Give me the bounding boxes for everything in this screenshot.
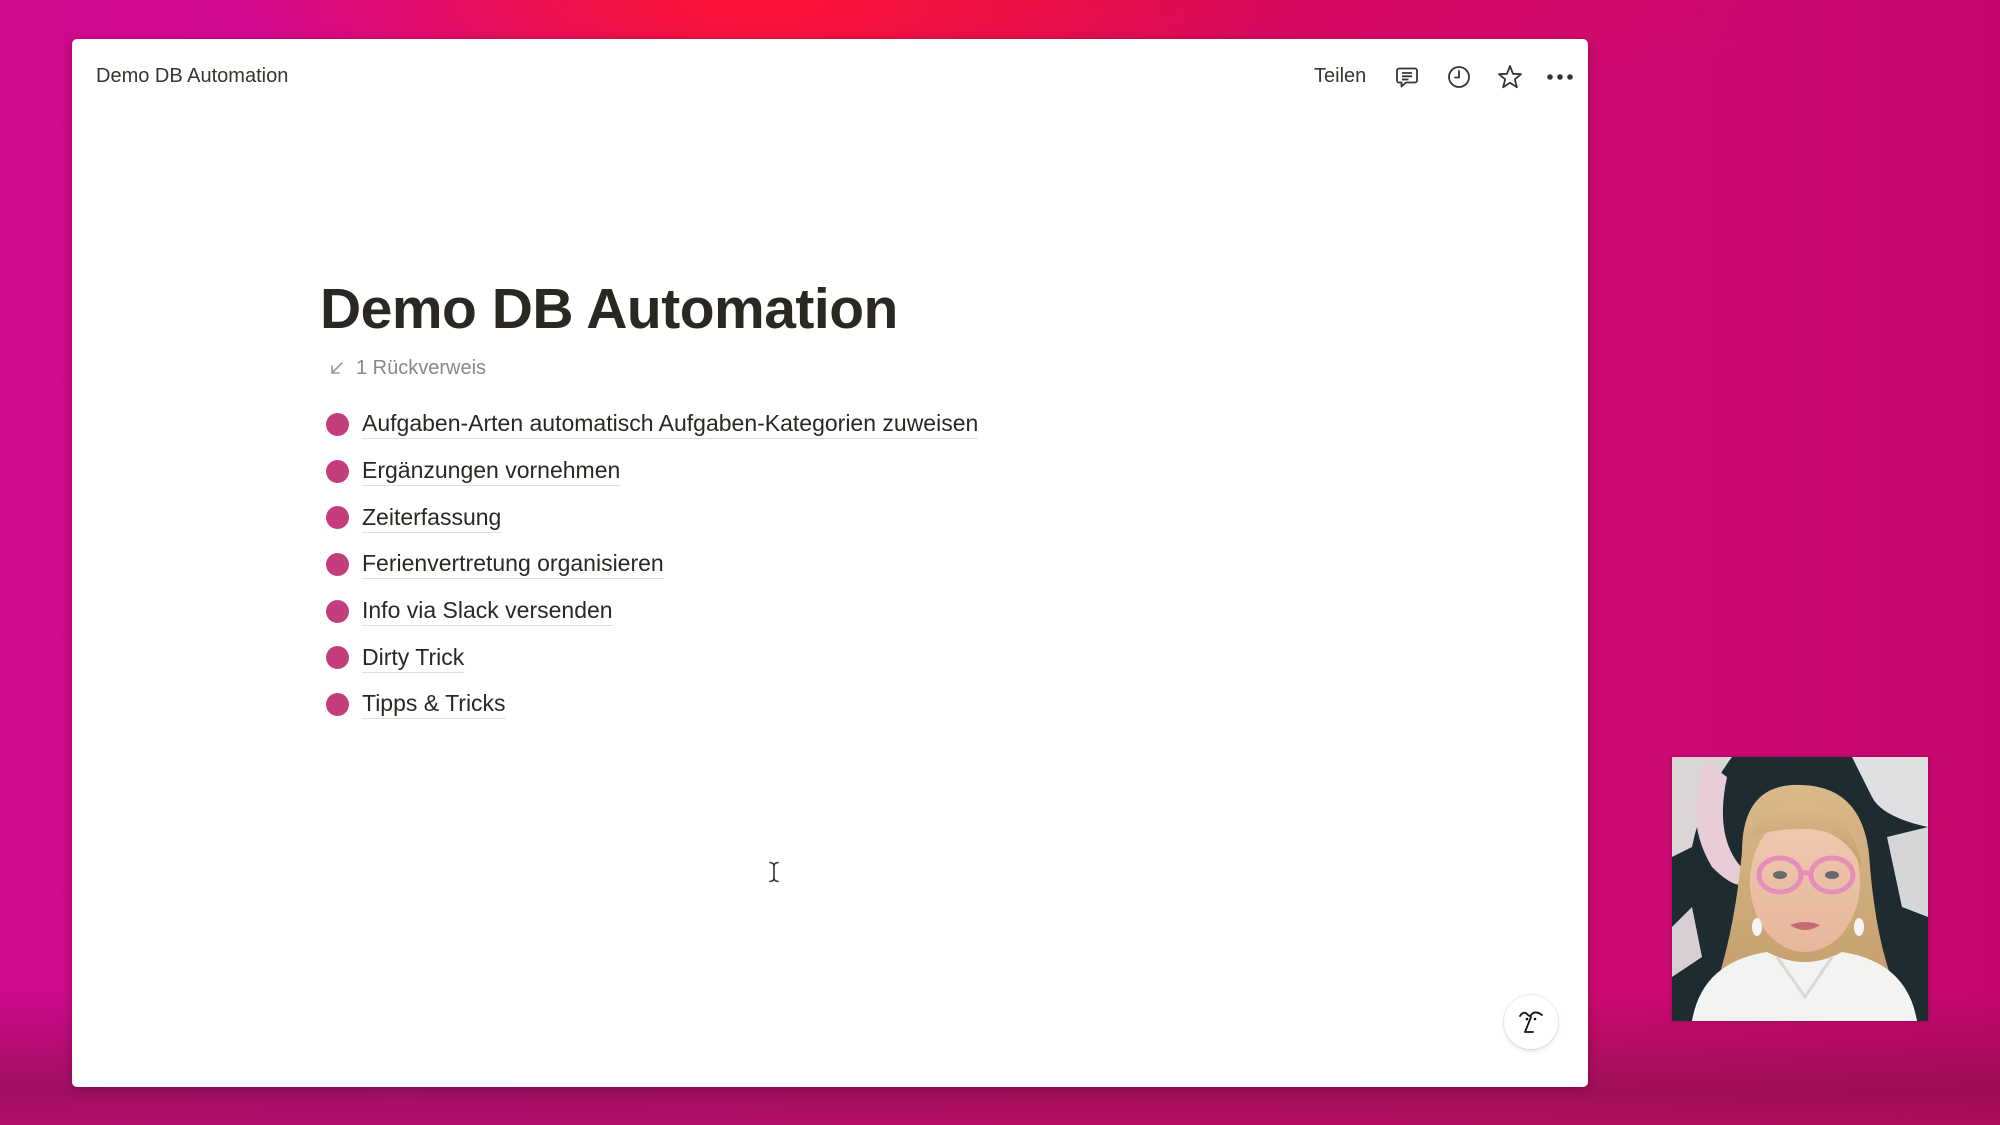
subpage-label: Dirty Trick: [362, 643, 465, 673]
page-bullet-icon: [326, 412, 349, 436]
subpage-label: Ferienvertretung organisieren: [362, 549, 664, 580]
subpage-link[interactable]: Zeiterfassung: [326, 494, 978, 541]
subpage-link[interactable]: Dirty Trick: [326, 634, 978, 681]
subpage-label: Ergänzungen vornehmen: [362, 456, 621, 487]
page-bullet-icon: [326, 599, 349, 623]
help-face-icon: [1519, 1011, 1543, 1033]
breadcrumb-page[interactable]: Demo DB Automation: [96, 65, 288, 88]
subpage-label: Zeiterfassung: [362, 503, 502, 533]
backlinks-label: 1 Rückverweis: [356, 356, 487, 379]
page-bullet-icon: [326, 506, 349, 530]
page-bullet-icon: [326, 692, 349, 716]
subpage-label: Tipps & Tricks: [362, 689, 506, 720]
star-icon: [1498, 65, 1522, 89]
more-horizontal-icon: [1547, 74, 1573, 80]
backlinks-button[interactable]: 1 Rückverweis: [328, 355, 486, 381]
presenter-video-image: [1672, 757, 1928, 1021]
subpage-label: Aufgaben-Arten automatisch Aufgaben-Kate…: [362, 409, 979, 440]
help-button[interactable]: [1504, 995, 1558, 1049]
subpage-link[interactable]: Aufgaben-Arten automatisch Aufgaben-Kate…: [326, 401, 979, 448]
arrow-down-left-icon: [331, 362, 343, 374]
presenter-webcam: [1672, 757, 1928, 1021]
subpage-link[interactable]: Ferienvertretung organisieren: [326, 541, 978, 588]
subpage-label: Info via Slack versenden: [362, 596, 613, 627]
clock-icon: [1448, 66, 1470, 88]
comments-button[interactable]: [1391, 61, 1423, 93]
app-window: Demo DB Automation Teilen Demo DB Automa…: [72, 39, 1588, 1087]
updates-button[interactable]: [1443, 61, 1475, 93]
text-cursor-icon: [769, 861, 779, 883]
subpage-link[interactable]: Tipps & Tricks: [326, 681, 978, 728]
page-bullet-icon: [326, 552, 349, 576]
page-title[interactable]: Demo DB Automation: [320, 281, 898, 338]
favorite-button[interactable]: [1494, 61, 1526, 93]
subpage-link[interactable]: Info via Slack versenden: [326, 588, 978, 635]
comment-icon: [1396, 67, 1418, 88]
share-button[interactable]: Teilen: [1314, 65, 1366, 88]
more-button[interactable]: [1544, 61, 1576, 93]
subpage-list: Aufgaben-Arten automatisch Aufgaben-Kate…: [326, 401, 979, 728]
page-bullet-icon: [326, 459, 349, 483]
subpage-link[interactable]: Ergänzungen vornehmen: [326, 448, 978, 495]
top-bar: Demo DB Automation Teilen: [72, 39, 1588, 115]
page-bullet-icon: [326, 646, 349, 670]
